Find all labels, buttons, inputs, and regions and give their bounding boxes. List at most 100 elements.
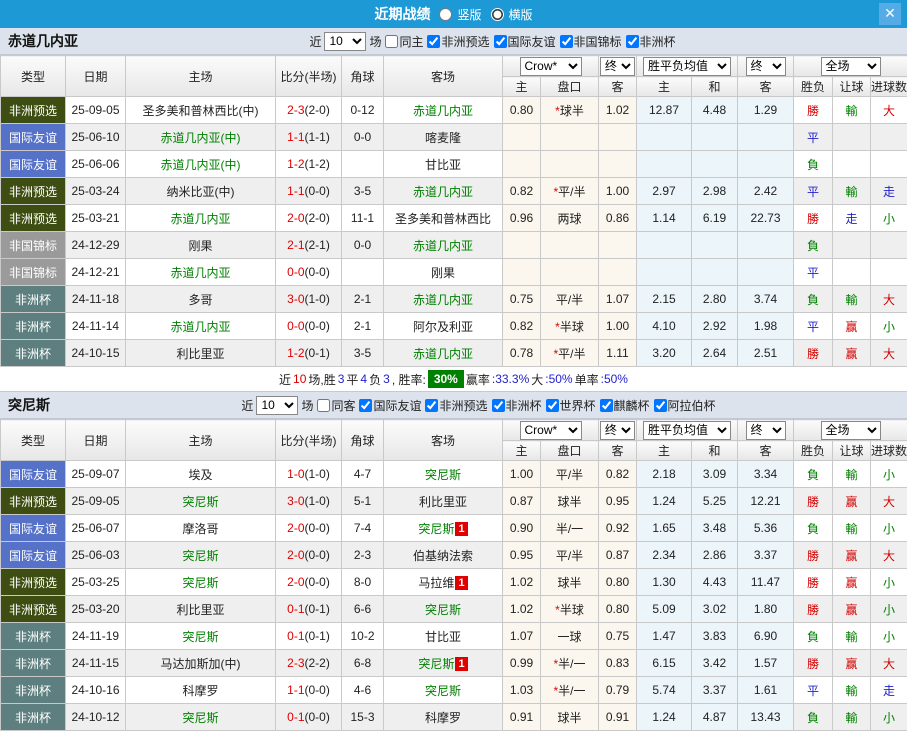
league-checkbox[interactable] xyxy=(559,34,573,48)
home-team-cell: 赤道几内亚 xyxy=(125,312,276,340)
away-team-cell: 伯基纳法索 xyxy=(383,541,503,569)
avg-select[interactable]: 胜平负均值 xyxy=(643,420,731,440)
match-row: 非洲预选 25-03-25 突尼斯 2-0(0-0) 8-0 马拉维 1 1.02 球半 0.80… xyxy=(0,568,907,596)
league-filter[interactable]: 阿拉伯杯 xyxy=(650,397,716,414)
layout-horizontal-label[interactable]: 横版 xyxy=(509,6,533,23)
avg-home-cell: 1.65 xyxy=(636,514,692,542)
away-team-name: 利比里亚 xyxy=(418,494,467,509)
league-checkbox[interactable] xyxy=(425,398,439,412)
layout-horizontal-radio[interactable] xyxy=(490,7,504,21)
match-row: 国际友谊 25-09-07 埃及 1-0(1-0) 4-7 突尼斯 1.00 平/半 0.82 2… xyxy=(0,460,907,488)
league-checkbox[interactable] xyxy=(359,398,373,412)
match-date: 25-06-10 xyxy=(65,123,126,151)
away-team-name: 甘比亚 xyxy=(424,157,461,172)
games-label: 场 xyxy=(369,34,382,49)
corner-cell: 11-1 xyxy=(341,204,384,232)
avg-away-cell: 1.80 xyxy=(737,595,794,623)
handicap-result-cell: 赢 xyxy=(832,568,871,596)
away-team-cell: 突尼斯 1 xyxy=(383,649,503,677)
home-odds-cell: 0.96 xyxy=(502,204,541,232)
league-filter[interactable]: 非洲杯 xyxy=(622,33,676,50)
away-team-name: 赤道几内亚 xyxy=(412,103,473,118)
home-team-cell: 赤道几内亚(中) xyxy=(125,150,276,178)
col-home: 主场 xyxy=(125,55,276,97)
avg-final-select[interactable]: 终 xyxy=(745,56,786,76)
summary-segment: :33.3% xyxy=(491,372,530,386)
handicap-value: 半/一 xyxy=(555,521,584,536)
league-filter[interactable]: 国际友谊 xyxy=(355,397,421,414)
scope-select[interactable]: 全场 xyxy=(820,56,881,76)
avg-draw-cell xyxy=(691,150,738,178)
handicap-value: 平/半 xyxy=(555,467,584,482)
halftime-score: (2-0) xyxy=(304,211,330,225)
league-filter[interactable]: 非洲预选 xyxy=(421,397,488,414)
corner-cell: 7-4 xyxy=(341,514,384,542)
close-icon[interactable]: ✕ xyxy=(879,3,901,25)
league-filter[interactable]: 国际友谊 xyxy=(490,33,556,50)
home-odds-cell xyxy=(502,258,541,286)
league-filter-label: 世界杯 xyxy=(559,398,596,413)
league-checkbox[interactable] xyxy=(653,398,667,412)
handicap-value: 平/半 xyxy=(558,346,586,361)
recent-count-select[interactable]: 10 xyxy=(256,395,299,415)
home-odds-cell: 1.07 xyxy=(502,622,541,650)
col-odds-home: 主 xyxy=(502,440,541,461)
result-cell: 勝 xyxy=(793,96,833,124)
league-filter[interactable]: 非国锦标 xyxy=(556,33,622,50)
fulltime-score: 2-0 xyxy=(287,575,305,589)
col-avg-draw: 和 xyxy=(691,76,738,97)
handicap-value: 球半 xyxy=(557,494,582,509)
league-checkbox[interactable] xyxy=(625,34,639,48)
odds-final-select[interactable]: 终 xyxy=(599,56,636,76)
halftime-score: (1-0) xyxy=(304,494,330,508)
league-checkbox[interactable] xyxy=(545,398,559,412)
match-date: 25-03-20 xyxy=(65,595,126,623)
odds-company-select[interactable]: Crow* xyxy=(519,420,582,440)
league-checkbox[interactable] xyxy=(427,34,441,48)
near-label: 近 xyxy=(309,34,322,49)
away-odds-cell xyxy=(598,123,637,151)
result-cell: 勝 xyxy=(793,649,833,677)
result-cell: 負 xyxy=(793,285,833,313)
odds-final-select[interactable]: 终 xyxy=(599,420,636,440)
games-label: 场 xyxy=(301,398,314,413)
avg-final-select[interactable]: 终 xyxy=(745,420,786,440)
away-team-name: 圣多美和普林西比 xyxy=(394,211,491,226)
scope-select[interactable]: 全场 xyxy=(820,420,881,440)
league-checkbox[interactable] xyxy=(491,398,505,412)
avg-draw-cell xyxy=(691,258,738,286)
league-filter[interactable]: 非洲杯 xyxy=(488,397,542,414)
league-filter[interactable]: 非洲预选 xyxy=(423,33,490,50)
layout-vertical-label[interactable]: 竖版 xyxy=(457,6,481,23)
handicap-result-cell: 赢 xyxy=(832,595,871,623)
same-venue-checkbox[interactable] xyxy=(385,34,399,48)
summary-segment: 4 xyxy=(360,372,368,386)
away-team-cell: 甘比亚 xyxy=(383,622,503,650)
handicap-result-cell: 輸 xyxy=(832,96,871,124)
summary-segment: :50% xyxy=(545,372,573,386)
avg-draw-cell: 3.48 xyxy=(691,514,738,542)
avg-home-cell: 1.14 xyxy=(636,204,692,232)
same-venue-filter[interactable]: 同主 xyxy=(381,33,423,50)
league-filter[interactable]: 世界杯 xyxy=(542,397,596,414)
avg-home-cell: 2.18 xyxy=(636,460,692,488)
score-cell: 1-2(0-1) xyxy=(275,339,342,367)
recent-count-select[interactable]: 10 xyxy=(324,31,367,51)
avg-home-cell: 12.87 xyxy=(636,96,692,124)
odds-company-select[interactable]: Crow* xyxy=(519,56,582,76)
away-team-cell: 甘比亚 xyxy=(383,150,503,178)
halftime-score: (0-0) xyxy=(304,575,330,589)
same-venue-filter[interactable]: 同客 xyxy=(313,397,355,414)
league-checkbox[interactable] xyxy=(493,34,507,48)
avg-select[interactable]: 胜平负均值 xyxy=(643,56,731,76)
handicap-value: 半/一 xyxy=(558,656,586,671)
league-checkbox[interactable] xyxy=(599,398,613,412)
same-venue-checkbox[interactable] xyxy=(317,398,331,412)
halftime-score: (0-0) xyxy=(304,521,330,535)
home-team-name: 赤道几内亚 xyxy=(170,211,231,226)
team-name: 突尼斯 xyxy=(8,397,50,413)
league-filter-label: 非洲预选 xyxy=(441,34,490,49)
league-cell: 非洲杯 xyxy=(0,676,66,704)
league-filter[interactable]: 麒麟杯 xyxy=(596,397,650,414)
layout-vertical-radio[interactable] xyxy=(439,7,453,21)
